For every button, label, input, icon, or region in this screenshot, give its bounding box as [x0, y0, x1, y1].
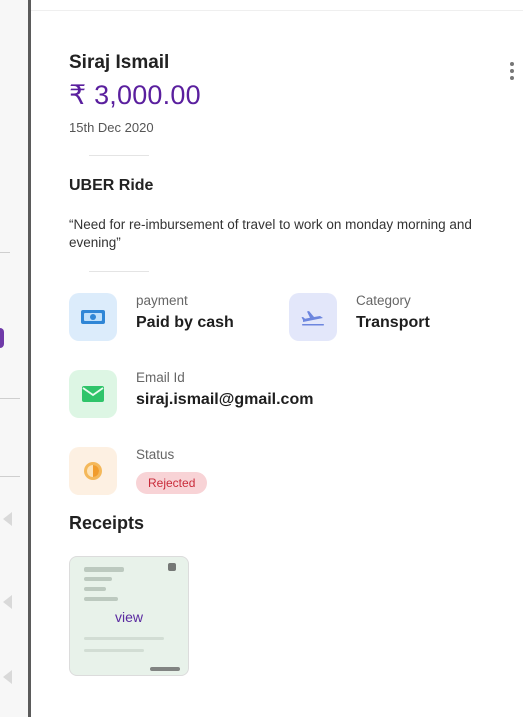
background-page — [0, 0, 28, 717]
payment-label: payment — [136, 293, 188, 308]
expense-amount: ₹ 3,000.00 — [69, 80, 201, 110]
section-divider — [89, 155, 149, 156]
expense-detail-panel: Siraj Ismail ₹ 3,000.00 15th Dec 2020 UB… — [28, 0, 523, 717]
more-options-icon[interactable] — [509, 62, 515, 84]
receipt-scribble — [150, 667, 180, 671]
receipt-scribble — [84, 597, 118, 601]
status-badge: Rejected — [136, 472, 208, 494]
receipt-thumbnail[interactable]: view — [69, 556, 189, 676]
payment-value: Paid by cash — [136, 314, 234, 331]
employee-name: Siraj Ismail — [69, 52, 170, 73]
receipt-scribble — [84, 587, 106, 591]
category-label: Category — [356, 293, 411, 308]
background-line — [0, 252, 10, 253]
background-line — [0, 398, 20, 399]
receipt-view-link[interactable]: view — [70, 609, 188, 625]
panel-top-divider — [31, 10, 523, 11]
receipt-scribble — [84, 567, 124, 572]
background-arrow-icon — [3, 512, 12, 526]
background-arrow-icon — [3, 595, 12, 609]
section-divider — [89, 271, 149, 272]
receipt-scribble — [84, 637, 164, 640]
mail-icon — [69, 370, 117, 418]
background-arrow-icon — [3, 670, 12, 684]
receipt-scribble — [84, 649, 144, 652]
email-label: Email Id — [136, 370, 185, 385]
expense-title: UBER Ride — [69, 177, 154, 194]
clock-icon — [69, 447, 117, 495]
background-line — [0, 476, 20, 477]
airplane-icon — [289, 293, 337, 341]
expense-date: 15th Dec 2020 — [69, 120, 154, 135]
status-label: Status — [136, 447, 175, 462]
receipt-scribble — [84, 577, 112, 581]
receipts-heading: Receipts — [69, 513, 145, 533]
cash-icon — [69, 293, 117, 341]
email-value: siraj.ismail@gmail.com — [136, 391, 314, 408]
receipt-scribble — [168, 563, 176, 571]
background-accent — [0, 328, 4, 348]
expense-description: “Need for re-imbursement of travel to wo… — [69, 217, 472, 250]
category-value: Transport — [356, 314, 430, 331]
